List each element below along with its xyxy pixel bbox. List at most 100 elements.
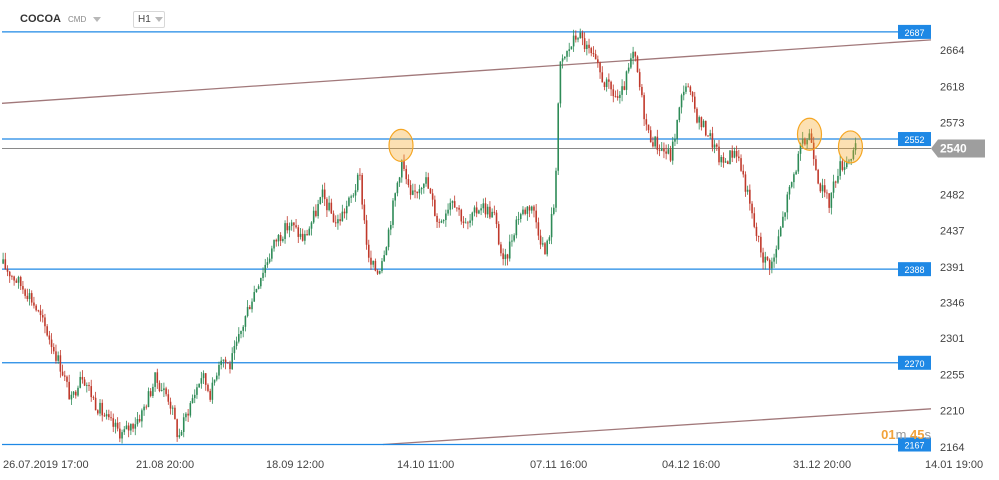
candle-body	[486, 206, 489, 215]
candle-body	[167, 394, 170, 402]
price-chart[interactable]: 2664 2618 2573 2482 2437 2391 2346 2301 2255 2210…	[0, 0, 999, 480]
candle-body	[293, 222, 295, 226]
timeframe-selector[interactable]: H1	[133, 11, 165, 28]
candle-body	[420, 188, 423, 190]
candle-body	[284, 223, 286, 239]
candle-body	[771, 261, 773, 269]
candle-body	[550, 213, 553, 238]
candle-body	[757, 235, 760, 237]
candle-body	[817, 169, 819, 184]
candle-body	[768, 259, 771, 269]
candle-body	[231, 353, 233, 370]
candle-body	[409, 185, 412, 195]
price-axis: 2664 2618 2573 2482 2437 2391 2346 2301 2255 2210…	[898, 24, 985, 454]
candle-body	[132, 424, 134, 429]
candle-body	[500, 244, 502, 254]
candle-body	[674, 138, 676, 142]
candle-body	[700, 117, 703, 128]
candle-body	[365, 220, 368, 245]
candle-body	[663, 148, 665, 152]
time-tick-label: 31.12 20:00	[793, 459, 851, 471]
candle-body	[519, 214, 522, 220]
candle-body	[784, 212, 786, 217]
candle-body	[310, 222, 313, 229]
candle-body	[207, 384, 209, 391]
candle-body	[641, 86, 643, 96]
candle-body	[552, 207, 555, 214]
candle-body	[180, 431, 183, 436]
candle-body	[398, 177, 401, 183]
time-tick-label: 26.07.2019 17:00	[3, 459, 89, 471]
candle-body	[612, 89, 615, 97]
candle-body	[26, 295, 29, 300]
candle-body	[506, 254, 509, 259]
price-tick-label: 2437	[940, 225, 964, 237]
candle-body	[775, 249, 778, 258]
candle-body	[427, 177, 430, 189]
candle-body	[370, 257, 372, 265]
candle-body	[425, 177, 427, 184]
candle-body	[11, 276, 13, 278]
candle-body	[658, 149, 661, 151]
candle-body	[156, 372, 159, 383]
candle-body	[55, 351, 57, 361]
candle-body	[720, 156, 723, 163]
price-tick-label: 2482	[940, 190, 964, 202]
candle-body	[39, 310, 42, 316]
candle-body	[319, 197, 322, 205]
candle-body	[733, 150, 736, 158]
candle-body	[339, 219, 341, 222]
candle-body	[405, 168, 408, 180]
candle-body	[394, 193, 396, 201]
candle-body	[548, 237, 551, 241]
candle-body	[275, 239, 278, 242]
candle-body	[572, 35, 575, 47]
candle-body	[189, 403, 192, 416]
candle-body	[392, 200, 394, 225]
candle-body	[467, 222, 469, 224]
candle-body	[440, 221, 443, 223]
candle-body	[473, 207, 476, 213]
candle-body	[196, 387, 198, 395]
asset-class-chevron-down-icon[interactable]	[93, 17, 101, 22]
candle-body	[753, 213, 756, 227]
candle-body	[687, 86, 689, 88]
candle-body	[389, 224, 392, 230]
candle-body	[37, 310, 40, 312]
candle-body	[680, 95, 683, 108]
candle-body	[282, 238, 284, 241]
candle-body	[211, 382, 214, 400]
candle-body	[35, 305, 37, 311]
candle-body	[125, 425, 128, 430]
candle-body	[110, 417, 112, 419]
candle-body	[209, 390, 211, 400]
candle-body	[564, 56, 566, 59]
candle-body	[105, 414, 108, 417]
candle-body	[226, 362, 229, 364]
candle-body	[378, 271, 381, 274]
candle-body	[279, 235, 282, 241]
candle-body	[356, 174, 359, 191]
candle-body	[376, 270, 379, 274]
candle-body	[48, 335, 51, 340]
candle-body	[99, 402, 101, 414]
candle-body	[416, 191, 419, 194]
candle-body	[685, 86, 687, 92]
candle-body	[693, 96, 696, 109]
candle-body	[788, 186, 791, 195]
candle-body	[826, 192, 828, 194]
candle-body	[779, 227, 782, 237]
candle-body	[147, 391, 150, 408]
candle-body	[832, 181, 835, 193]
candle-body	[724, 161, 727, 163]
candle-body	[308, 228, 311, 236]
candle-body	[696, 108, 698, 123]
candle-body	[698, 117, 700, 123]
candle-body	[608, 79, 610, 82]
chart-root: 2664 2618 2573 2482 2437 2391 2346 2301 2255 2210…	[0, 0, 999, 480]
candle-body	[304, 234, 306, 241]
candle-body	[246, 306, 249, 317]
candle-body	[773, 257, 775, 262]
candle-body	[528, 206, 531, 211]
candle-body	[326, 199, 328, 211]
